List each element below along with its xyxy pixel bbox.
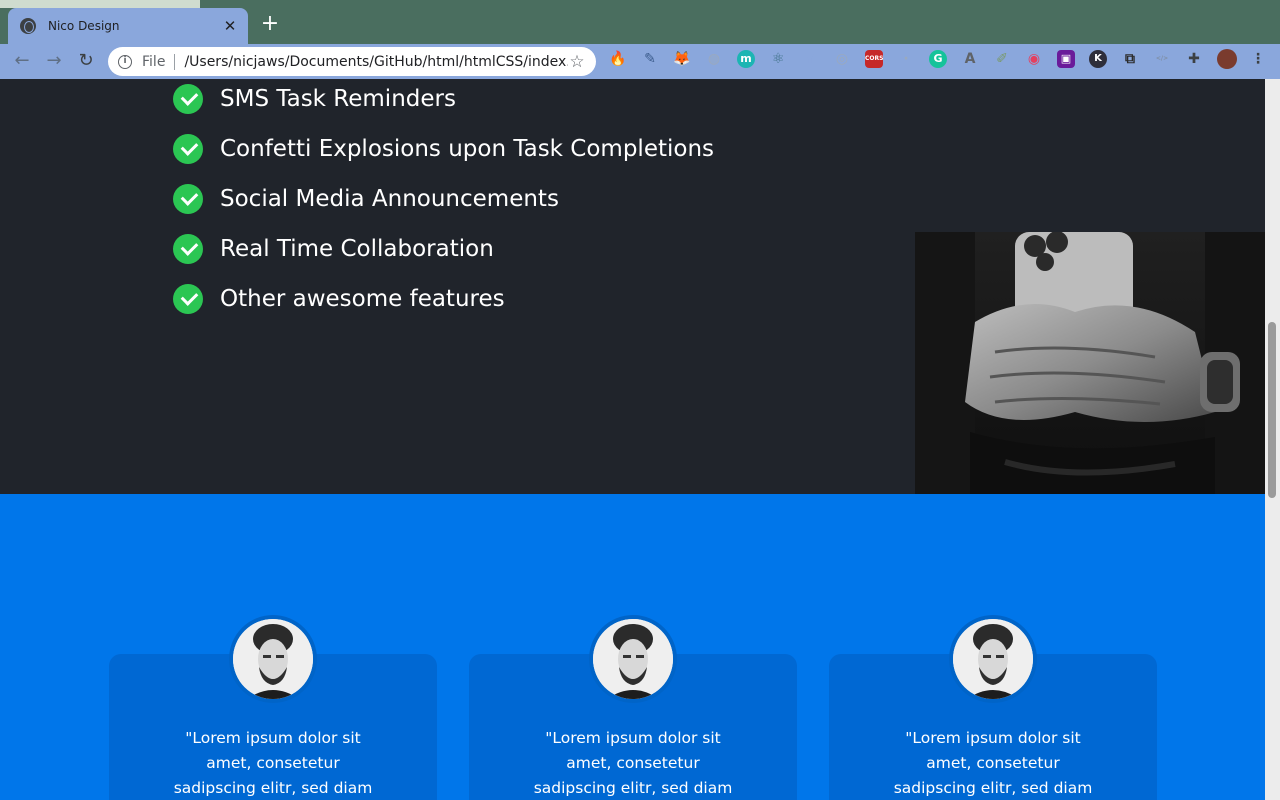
feature-label: Real Time Collaboration [220, 236, 494, 262]
puzzle-extension-icon[interactable]: ✚ [1185, 50, 1203, 68]
link-extension-icon[interactable]: ⧉ [1121, 50, 1139, 68]
browser-titlebar: Nico Design ✕ + [0, 0, 1280, 44]
feature-label: Confetti Explosions upon Task Completion… [220, 136, 715, 162]
target-extension-icon[interactable]: ◎ [833, 50, 851, 68]
feature-item: Confetti Explosions upon Task Completion… [173, 134, 714, 164]
tab-title: Nico Design [48, 19, 120, 33]
reload-button[interactable]: ↻ [74, 49, 98, 73]
square-extension-icon[interactable]: ▣ [1057, 50, 1075, 68]
back-button[interactable]: ← [10, 49, 34, 73]
code-extension-icon[interactable]: </> [1153, 50, 1171, 68]
page-scrollbar[interactable] [1265, 79, 1280, 800]
globe-icon [20, 18, 36, 34]
feature-item: Social Media Announcements [173, 184, 559, 214]
avatar-photo [233, 619, 313, 699]
cors-extension-icon[interactable]: CORS [865, 50, 883, 68]
scheme-label: File [142, 53, 166, 70]
avatar [949, 615, 1037, 703]
forward-button[interactable]: → [42, 49, 66, 73]
testimonial-quote: "Lorem ipsum dolor sit amet, consetetur … [533, 729, 733, 797]
avatar [229, 615, 317, 703]
fox-extension-icon[interactable]: 🦊 [673, 50, 691, 68]
check-icon [173, 134, 203, 164]
y-extension-icon[interactable]: Y [801, 50, 819, 68]
avatar [589, 615, 677, 703]
a-extension-icon[interactable]: A [961, 50, 979, 68]
check-icon [173, 84, 203, 114]
url-text[interactable]: /Users/nicjaws/Documents/GitHub/html/htm… [184, 54, 568, 70]
bookmark-star-icon[interactable]: ☆ [568, 52, 586, 72]
phone-hands-image [915, 232, 1265, 526]
check-icon [173, 284, 203, 314]
info-icon[interactable]: i [118, 54, 132, 69]
check-icon [173, 184, 203, 214]
feature-label: Social Media Announcements [220, 186, 559, 212]
m-extension-icon[interactable]: m [737, 50, 755, 68]
react-extension-icon[interactable]: ⚛ [769, 50, 787, 68]
check-icon [173, 234, 203, 264]
phone-hands-photo [915, 232, 1265, 526]
pen-extension-icon[interactable]: ✐ [993, 50, 1011, 68]
feature-label: SMS Task Reminders [220, 86, 456, 112]
testimonial-quote: "Lorem ipsum dolor sit amet, consetetur … [893, 729, 1093, 797]
record-extension-icon[interactable]: ◉ [1025, 50, 1043, 68]
menu-icon[interactable]: ⋮ [1249, 50, 1267, 68]
scrollbar-thumb[interactable] [1268, 322, 1276, 498]
titlebar-accent [0, 0, 200, 8]
close-icon[interactable]: ✕ [222, 18, 238, 34]
profile-avatar[interactable] [1217, 49, 1237, 69]
eyedropper-extension-icon[interactable]: ✎ [641, 50, 659, 68]
feature-item: Other awesome features [173, 284, 505, 314]
feature-item: SMS Task Reminders [173, 84, 456, 114]
avatar-photo [953, 619, 1033, 699]
address-bar[interactable]: i File /Users/nicjaws/Documents/GitHub/h… [108, 47, 596, 76]
avatar-photo [593, 619, 673, 699]
browser-toolbar: ← → ↻ i File /Users/nicjaws/Documents/Gi… [0, 44, 1280, 79]
feature-item: Real Time Collaboration [173, 234, 494, 264]
feature-label: Other awesome features [220, 286, 505, 312]
testimonial-quote: "Lorem ipsum dolor sit amet, consetetur … [173, 729, 373, 797]
grammarly-extension-icon[interactable]: G [929, 50, 947, 68]
new-tab-button[interactable]: + [258, 12, 282, 36]
circle-extension-icon[interactable]: ◍ [705, 50, 723, 68]
flame-extension-icon[interactable]: 🔥 [609, 50, 627, 68]
address-divider [174, 53, 176, 70]
k-extension-icon[interactable]: K [1089, 50, 1107, 68]
faded-extension-icon[interactable]: · [897, 50, 915, 68]
browser-tab[interactable]: Nico Design ✕ [8, 8, 248, 44]
